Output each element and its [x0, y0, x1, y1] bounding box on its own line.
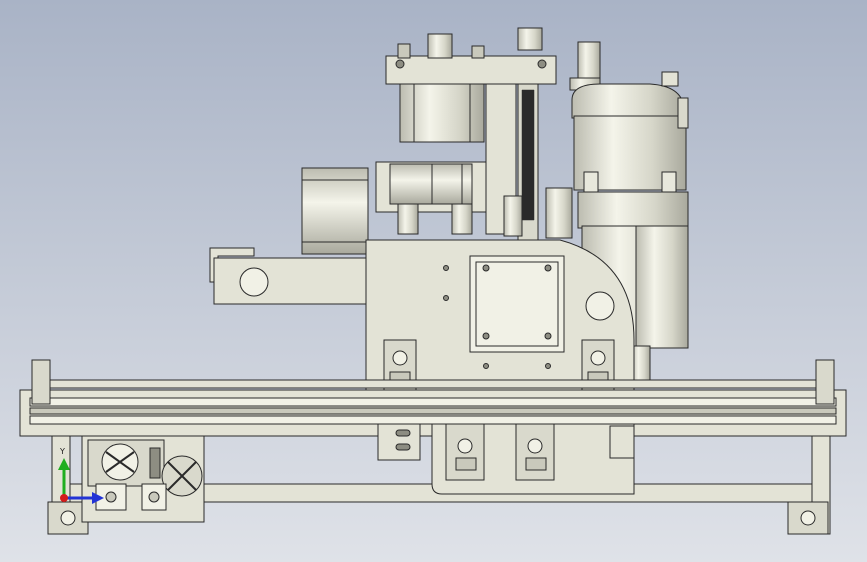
fan-driver-box[interactable] [81, 435, 205, 523]
cad-viewport[interactable]: Y [0, 0, 867, 562]
triad-origin [60, 494, 68, 502]
y-axis-label: Y [59, 447, 65, 456]
main-carriage-plate[interactable] [365, 239, 635, 397]
assembly-drawing[interactable]: Y [0, 0, 867, 562]
